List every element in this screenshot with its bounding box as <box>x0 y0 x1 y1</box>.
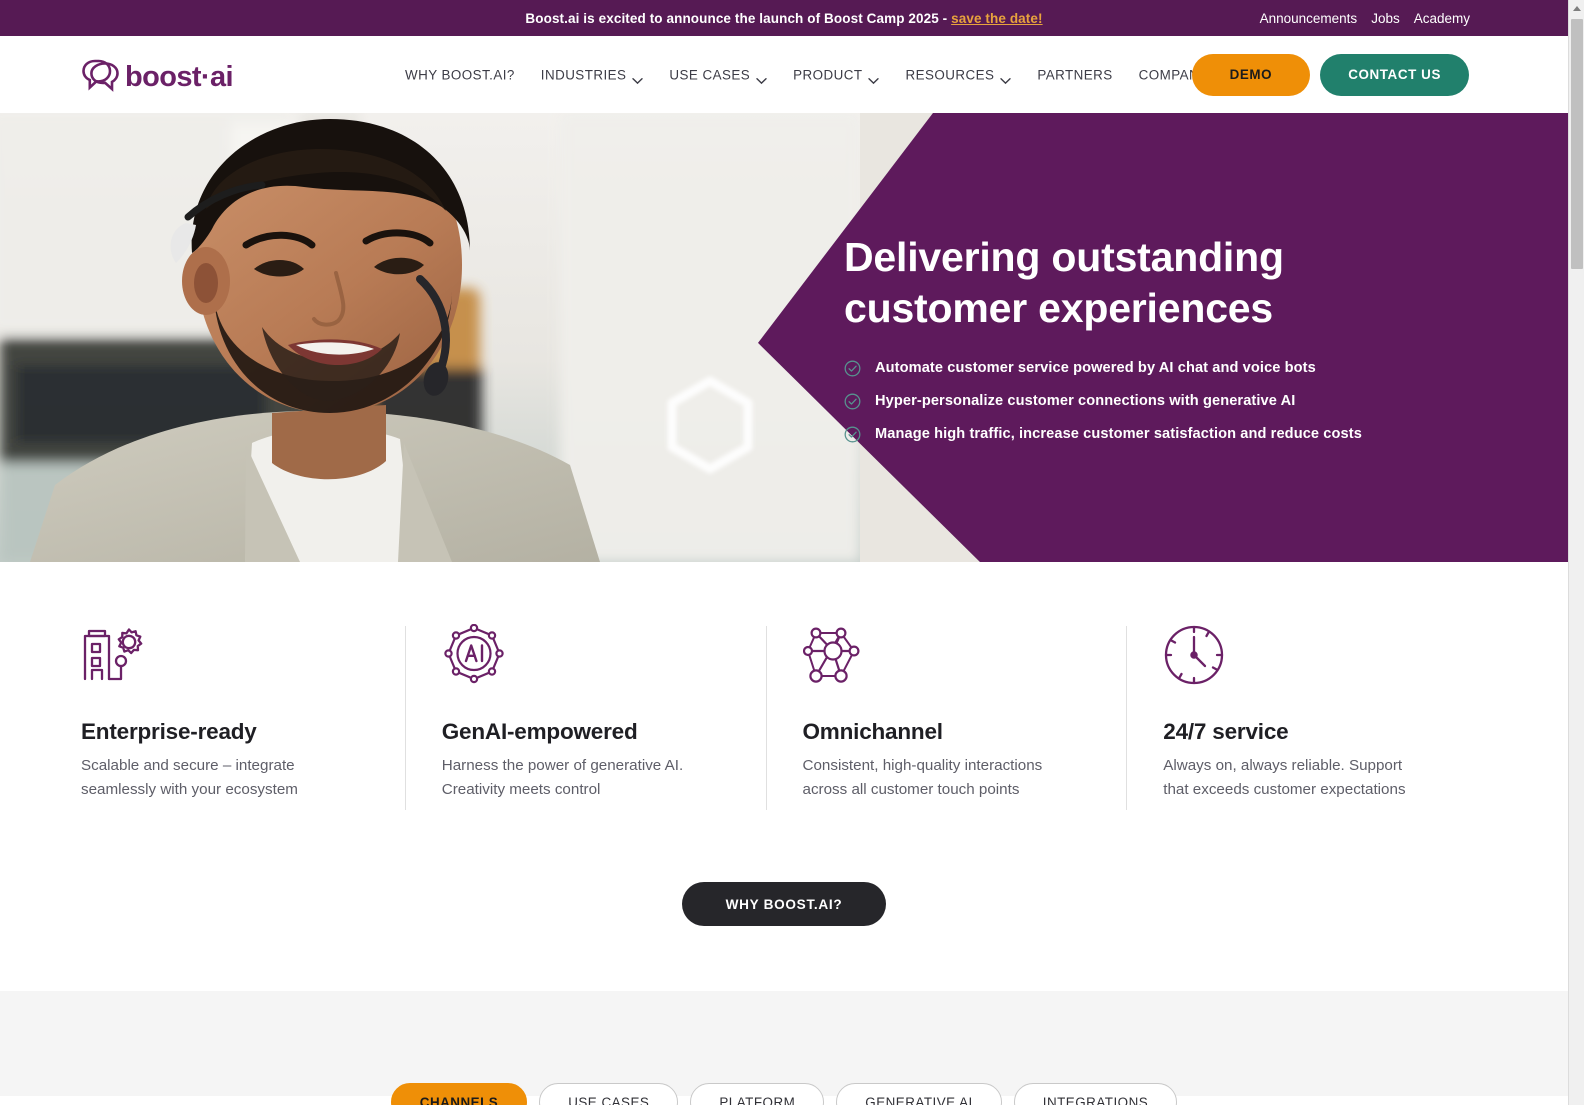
nav-label: USE CASES <box>669 67 751 82</box>
hero-bullet-text: Manage high traffic, increase customer s… <box>875 426 1362 443</box>
feature-card-enterprise-ready: Enterprise-ready Scalable and secure – i… <box>81 624 405 810</box>
check-circle-icon <box>844 393 861 410</box>
why-boost-ai-button[interactable]: WHY BOOST.AI? <box>681 882 887 926</box>
nav-item-resources[interactable]: RESOURCES <box>892 59 1024 90</box>
ai-network-badge-icon <box>442 624 732 686</box>
nav-item-industries[interactable]: INDUSTRIES <box>528 59 657 90</box>
main-navigation: WHY BOOST.AI? INDUSTRIES USE CASES PRODU… <box>405 59 1238 90</box>
hero-section: Delivering outstanding customer experien… <box>0 113 1568 562</box>
nav-item-use-cases[interactable]: USE CASES <box>656 59 780 90</box>
chevron-down-icon <box>868 72 880 84</box>
hero-bullet-item: Automate customer service powered by AI … <box>844 360 1444 377</box>
tab-platform[interactable]: PLATFORM <box>690 1083 825 1105</box>
check-circle-icon <box>844 426 861 443</box>
announcements-link[interactable]: Announcements <box>1260 11 1358 26</box>
nav-item-product[interactable]: PRODUCT <box>780 59 892 90</box>
check-circle-icon <box>844 360 861 377</box>
hero-bullet-text: Automate customer service powered by AI … <box>875 360 1316 377</box>
tab-generative-ai[interactable]: GENERATIVE AI <box>836 1083 1002 1105</box>
nav-item-partners[interactable]: PARTNERS <box>1024 59 1125 90</box>
browser-page: Boost.ai is excited to announce the laun… <box>0 0 1584 1105</box>
announcement-links: Announcements Jobs Academy <box>1260 0 1470 36</box>
academy-link[interactable]: Academy <box>1414 11 1470 26</box>
hero-bullet-text: Hyper-personalize customer connections w… <box>875 393 1296 410</box>
tabs-section: CHANNELS USE CASES PLATFORM GENERATIVE A… <box>0 991 1568 1105</box>
boost-ai-logo[interactable]: boost·ai <box>81 55 233 95</box>
vertical-scrollbar[interactable] <box>1568 0 1584 1105</box>
nav-label: WHY BOOST.AI? <box>405 67 515 82</box>
hero-title-line-2: customer experiences <box>844 284 1274 331</box>
hero-title: Delivering outstanding customer experien… <box>844 232 1444 332</box>
hero-bullet-item: Manage high traffic, increase customer s… <box>844 426 1444 443</box>
feature-description: Consistent, high-quality interactions ac… <box>802 757 1043 798</box>
tab-channels[interactable]: CHANNELS <box>390 1083 528 1105</box>
feature-card-24-7-service: 24/7 service Always on, always reliable.… <box>1126 624 1487 810</box>
caret-up-icon <box>1573 6 1581 11</box>
hero-content: Delivering outstanding customer experien… <box>844 113 1444 562</box>
chevron-down-icon <box>756 72 767 84</box>
hero-bullet-item: Hyper-personalize customer connections w… <box>844 393 1444 410</box>
feature-card-genai-empowered: GenAI-empowered Harness the power of gen… <box>404 624 766 810</box>
nav-label: INDUSTRIES <box>540 67 627 82</box>
building-gear-icon <box>81 624 371 686</box>
clock-icon <box>1163 624 1453 686</box>
nav-label: PRODUCT <box>793 67 863 82</box>
svg-text:boost·ai: boost·ai <box>125 61 233 93</box>
nav-label: RESOURCES <box>905 67 995 82</box>
feature-title: GenAI-empowered <box>441 719 638 744</box>
hero-bullet-list: Automate customer service powered by AI … <box>844 360 1444 443</box>
scrollbar-up-arrow[interactable] <box>1569 0 1584 17</box>
contact-us-button[interactable]: CONTACT US <box>1320 53 1469 96</box>
feature-description: Scalable and secure – integrate seamless… <box>81 757 298 798</box>
feature-title: Omnichannel <box>802 719 944 744</box>
tab-list: CHANNELS USE CASES PLATFORM GENERATIVE A… <box>390 1083 1178 1105</box>
feature-title: 24/7 service <box>1163 719 1289 744</box>
chevron-down-icon <box>1000 72 1012 84</box>
save-the-date-link[interactable]: save the date! <box>951 11 1042 26</box>
announcement-bar: Boost.ai is excited to announce the laun… <box>0 0 1568 36</box>
chevron-down-icon <box>632 72 644 84</box>
feature-description: Harness the power of generative AI. Crea… <box>441 757 684 798</box>
tab-use-cases[interactable]: USE CASES <box>539 1083 679 1105</box>
feature-card-omnichannel: Omnichannel Consistent, high-quality int… <box>765 624 1127 810</box>
nav-label: PARTNERS <box>1037 67 1113 82</box>
tab-integrations[interactable]: INTEGRATIONS <box>1013 1083 1178 1105</box>
announcement-text: Boost.ai is excited to announce the laun… <box>525 10 952 26</box>
jobs-link[interactable]: Jobs <box>1371 11 1400 26</box>
page-viewport: Boost.ai is excited to announce the laun… <box>0 0 1568 1105</box>
why-button-wrapper: WHY BOOST.AI? <box>0 882 1568 926</box>
site-header: boost·ai WHY BOOST.AI? INDUSTRIES USE CA… <box>0 36 1568 113</box>
omnichannel-network-icon <box>802 624 1093 686</box>
hero-title-line-1: Delivering outstanding <box>844 234 1284 281</box>
hero-photo-customer-service-agent <box>0 113 860 562</box>
demo-button[interactable]: DEMO <box>1191 53 1311 96</box>
feature-title: Enterprise-ready <box>81 719 257 744</box>
scrollbar-thumb[interactable] <box>1571 19 1583 269</box>
feature-description: Always on, always reliable. Support that… <box>1163 757 1406 798</box>
nav-item-why-boost-ai[interactable]: WHY BOOST.AI? <box>405 59 528 90</box>
features-grid: Enterprise-ready Scalable and secure – i… <box>81 624 1487 810</box>
header-cta-group: DEMO CONTACT US <box>1191 53 1469 96</box>
features-section: Enterprise-ready Scalable and secure – i… <box>0 562 1568 991</box>
